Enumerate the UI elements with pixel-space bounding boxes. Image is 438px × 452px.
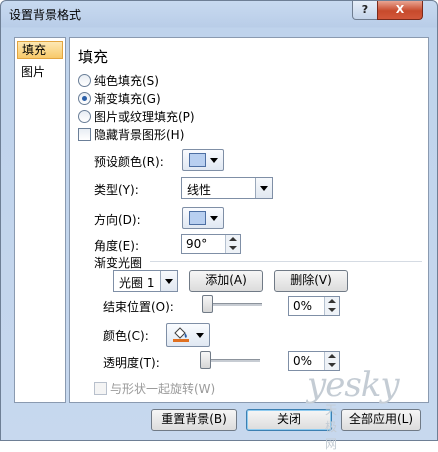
group-divider — [150, 261, 422, 262]
preset-color-button[interactable] — [182, 149, 224, 171]
spin-up-icon — [229, 237, 237, 241]
delete-stop-button[interactable]: 删除(V) — [274, 270, 348, 292]
color-label: 颜色(C): — [103, 329, 149, 343]
rotate-with-shape-checkbox[interactable] — [94, 382, 107, 395]
transparency-slider-thumb[interactable] — [200, 351, 211, 369]
color-button[interactable] — [166, 323, 210, 347]
solid-fill-radio[interactable] — [78, 74, 91, 87]
hide-bg-checkbox[interactable] — [78, 128, 91, 141]
chevron-down-icon — [196, 333, 204, 338]
transparency-label: 透明度(T): — [103, 356, 160, 370]
chevron-down-icon — [260, 186, 268, 191]
preset-color-swatch — [189, 153, 206, 167]
preset-color-label: 预设颜色(R): — [94, 155, 164, 169]
chevron-down-icon — [210, 216, 218, 221]
fill-panel: 填充 纯色填充(S) 渐变填充(G) 图片或纹理填充(P) 隐藏背景图形(H) … — [69, 37, 429, 403]
stop-select[interactable]: 光圈 1 — [113, 270, 178, 292]
title-bar[interactable]: 设置背景格式 ? X — [1, 1, 437, 27]
picture-fill-radio[interactable] — [78, 110, 91, 123]
end-position-spinner[interactable]: 0% — [288, 296, 340, 316]
watermark-sub: 天极网 — [325, 403, 338, 451]
angle-label: 角度(E): — [94, 239, 139, 253]
type-label: 类型(Y): — [94, 183, 139, 197]
direction-label: 方向(D): — [94, 213, 141, 227]
nav-item-fill[interactable]: 填充 — [17, 41, 63, 59]
add-stop-button[interactable]: 添加(A) — [189, 270, 263, 292]
gradient-stops-label: 渐变光圈 — [94, 256, 143, 270]
angle-spinner[interactable]: 90° — [181, 234, 241, 254]
type-value: 线性 — [187, 183, 212, 197]
angle-spin-arrows[interactable] — [225, 235, 240, 253]
direction-swatch — [189, 211, 206, 225]
paint-bucket-icon — [173, 327, 189, 342]
chevron-down-icon — [165, 279, 173, 284]
gradient-fill-radio[interactable] — [78, 92, 91, 105]
rotate-with-shape-label: 与形状一起旋转(W) — [110, 382, 216, 396]
end-position-slider-thumb[interactable] — [202, 295, 213, 313]
end-position-label: 结束位置(O): — [103, 300, 174, 314]
watermark-brand: yesky — [307, 365, 400, 405]
hide-bg-label[interactable]: 隐藏背景图形(H) — [94, 126, 184, 143]
panel-heading: 填充 — [78, 48, 109, 66]
picture-fill-label[interactable]: 图片或纹理填充(P) — [94, 108, 195, 125]
gradient-fill-label[interactable]: 渐变填充(G) — [94, 90, 161, 107]
spin-up-icon — [328, 354, 336, 358]
spin-up-icon — [328, 299, 336, 303]
type-select[interactable]: 线性 — [181, 177, 273, 199]
type-dropdown-arrow[interactable] — [255, 178, 272, 198]
help-button[interactable]: ? — [352, 1, 378, 20]
spin-down-icon — [229, 246, 237, 250]
window-title: 设置背景格式 — [9, 8, 82, 22]
solid-fill-label[interactable]: 纯色填充(S) — [94, 72, 159, 89]
reset-background-button[interactable]: 重置背景(B) — [151, 409, 237, 431]
spin-down-icon — [328, 308, 336, 312]
end-position-value: 0% — [293, 299, 313, 313]
apply-all-button[interactable]: 全部应用(L) — [341, 409, 421, 431]
close-window-button[interactable]: X — [377, 1, 423, 20]
angle-value: 90° — [186, 237, 208, 251]
direction-button[interactable] — [182, 207, 224, 229]
stop-dropdown-arrow[interactable] — [160, 271, 177, 291]
end-position-spin-arrows[interactable] — [324, 297, 339, 315]
category-list: 填充 图片 — [14, 37, 66, 403]
chevron-down-icon — [210, 158, 218, 163]
close-button[interactable]: 关闭 — [246, 409, 332, 431]
dialog-window: 设置背景格式 ? X 填充 图片 填充 纯色填充(S) 渐变填充(G) 图片或纹… — [0, 0, 438, 451]
nav-item-picture[interactable]: 图片 — [17, 63, 65, 81]
stop-value: 光圈 1 — [119, 276, 155, 290]
